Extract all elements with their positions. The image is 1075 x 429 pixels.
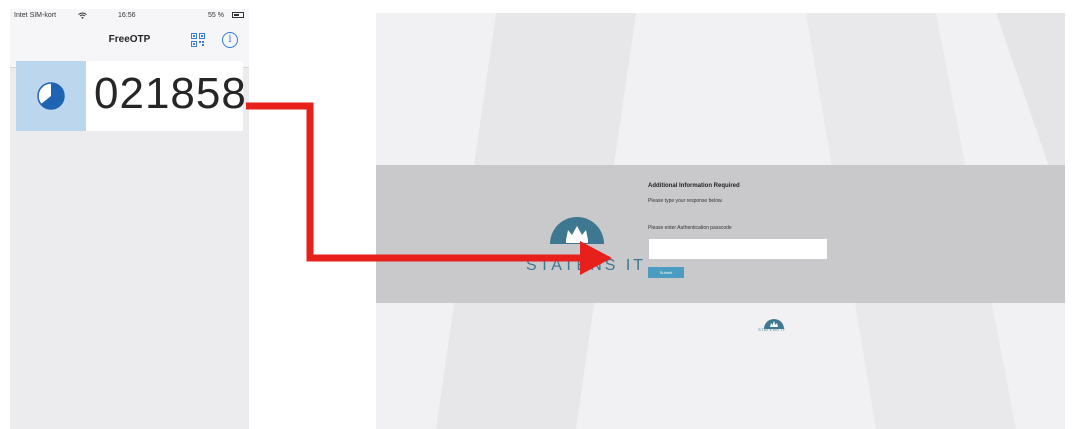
clock: 16:56 — [118, 12, 136, 19]
brand-name: STATENS IT — [526, 257, 647, 274]
phone-screen: Intet SIM-kort 16:56 55 % FreeOTP i 0218… — [10, 9, 249, 429]
battery-icon — [232, 12, 244, 18]
web-page: STATENS IT Additional Information Requir… — [376, 13, 1065, 429]
form-instruction: Please type your response below. — [648, 198, 723, 204]
passcode-input[interactable] — [648, 238, 828, 260]
passcode-label: Please enter Authentication passcode — [648, 225, 732, 231]
battery-percent: 55 % — [208, 12, 224, 19]
wifi-icon — [78, 12, 87, 21]
qr-code-icon[interactable] — [191, 33, 205, 47]
form-heading: Additional Information Required — [648, 183, 740, 189]
info-icon[interactable]: i — [222, 32, 238, 48]
submit-button[interactable]: Submit — [648, 267, 684, 278]
token-timer-icon — [16, 61, 86, 131]
app-title: FreeOTP — [108, 34, 151, 45]
status-bar: Intet SIM-kort 16:56 55 % — [10, 9, 249, 23]
otp-code: 021858 — [94, 69, 247, 118]
token-card[interactable]: 021858 — [16, 61, 246, 131]
footer-brand-name: STATENS IT — [758, 327, 786, 332]
carrier-label: Intet SIM-kort — [14, 12, 57, 19]
